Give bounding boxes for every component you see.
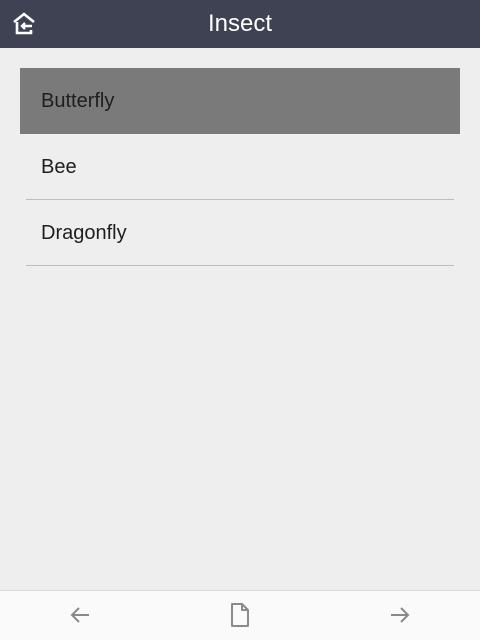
bottom-nav-bar [0, 590, 480, 640]
list-item-label: Dragonfly [41, 222, 127, 244]
page-title: Insect [207, 10, 273, 37]
forward-button[interactable] [384, 599, 416, 631]
divider [26, 265, 454, 266]
back-button[interactable] [64, 599, 96, 631]
document-icon [231, 603, 249, 627]
insect-list: Butterfly Bee Dragonfly [20, 68, 460, 266]
arrow-left-icon [70, 607, 89, 623]
arrow-right-icon [391, 607, 410, 623]
app-header: Insect [0, 0, 480, 48]
list-item-dragonfly[interactable]: Dragonfly [20, 200, 460, 266]
list-item-bee[interactable]: Bee [20, 134, 460, 200]
page-button[interactable] [224, 599, 256, 631]
list-item-label: Butterfly [41, 90, 115, 112]
list-item-butterfly[interactable]: Butterfly [20, 68, 460, 134]
list-item-label: Bee [41, 156, 77, 178]
